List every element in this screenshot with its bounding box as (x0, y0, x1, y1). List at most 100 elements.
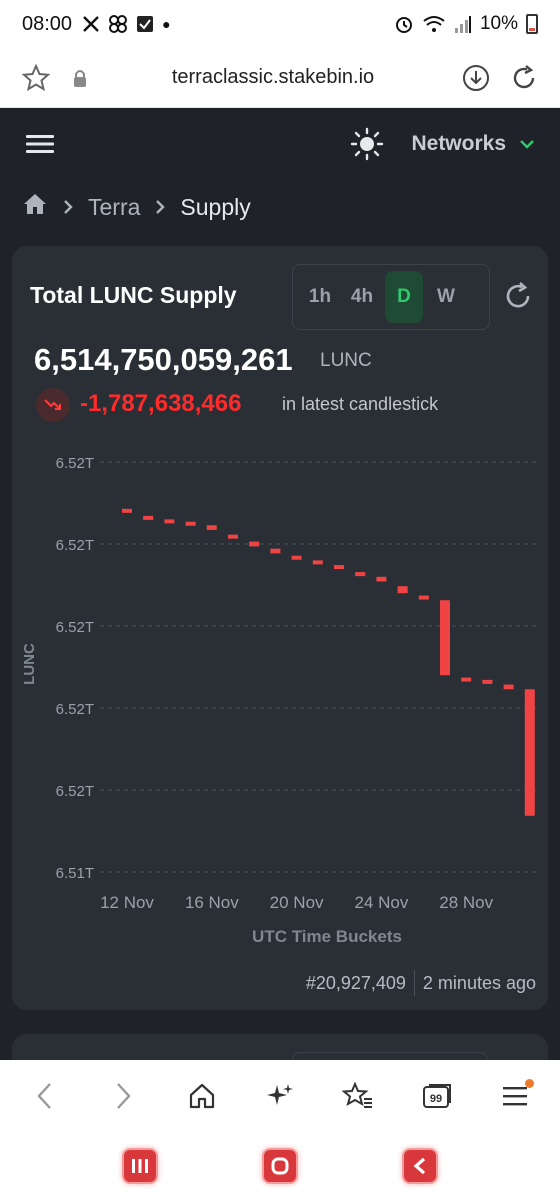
status-bar: 08:00 ● 10% (0, 0, 560, 48)
notification-dot (524, 1079, 534, 1088)
networks-label: Networks (411, 132, 506, 155)
x-tick-label: 16 Nov (185, 893, 239, 912)
candle[interactable] (334, 565, 344, 570)
chevron-right-icon (62, 194, 74, 221)
timeframe-w[interactable]: W (427, 271, 465, 323)
candle[interactable] (376, 576, 387, 582)
notification-icons: ● (82, 14, 171, 34)
tabs-icon[interactable]: 99 (412, 1071, 462, 1121)
y-tick-label: 6.52T (56, 455, 94, 472)
more-dot-icon: ● (162, 16, 171, 32)
x-axis-label: UTC Time Buckets (252, 927, 402, 946)
wifi-6e-icon (423, 16, 445, 32)
next-card (12, 1034, 548, 1060)
web-page: Networks Terra Supply Total LUNC Supply … (0, 108, 560, 1060)
site-header: Networks (0, 108, 560, 180)
checkbox-icon (137, 16, 154, 32)
back-icon[interactable] (20, 1071, 70, 1121)
download-icon[interactable] (458, 60, 494, 96)
battery-icon (526, 14, 538, 34)
back-button[interactable] (402, 1148, 438, 1184)
candle[interactable] (312, 560, 323, 565)
block-height[interactable]: #20,927,409 (306, 973, 406, 994)
candle[interactable] (143, 515, 154, 520)
chevron-right-icon (154, 194, 166, 221)
reload-icon[interactable] (506, 60, 542, 96)
sparkle-ai-icon[interactable] (255, 1071, 305, 1121)
y-tick-label: 6.52T (56, 783, 94, 800)
bookmarks-star-icon[interactable] (333, 1071, 383, 1121)
candle[interactable] (228, 534, 238, 539)
card-footer: #20,927,409 2 minutes ago (306, 970, 536, 996)
candle[interactable] (122, 508, 132, 513)
x-tick-label: 28 Nov (439, 893, 493, 912)
candle[interactable] (249, 541, 260, 547)
updated-time: 2 minutes ago (422, 972, 536, 993)
hamburger-menu-icon[interactable] (26, 124, 66, 164)
candle[interactable] (206, 525, 217, 530)
tab-count: 99 (429, 1093, 441, 1105)
candle[interactable] (270, 548, 281, 554)
x-tick-label: 20 Nov (270, 893, 324, 912)
trend-down-icon (36, 388, 70, 422)
candle[interactable] (482, 679, 493, 684)
breadcrumb-supply: Supply (180, 193, 251, 220)
home-icon[interactable] (177, 1071, 227, 1121)
total-supply-value: 6,514,750,059,261 (34, 342, 293, 377)
y-axis-label: LUNC (21, 643, 38, 685)
battery-percent: 10% (479, 13, 518, 34)
card-title: Total LUNC Supply (30, 282, 237, 308)
candle[interactable] (503, 684, 514, 690)
breadcrumb-terra[interactable]: Terra (88, 194, 140, 221)
timeframe-d[interactable]: D (385, 271, 423, 323)
x-tick-label: 24 Nov (354, 893, 408, 912)
x-tick-label: 12 Nov (100, 893, 154, 912)
recents-button[interactable] (122, 1148, 158, 1184)
browser-menu-icon[interactable] (490, 1071, 540, 1121)
chevron-down-icon (520, 140, 534, 149)
x-axis-ticks: 12 Nov 16 Nov 20 Nov 24 Nov 28 Nov (100, 893, 494, 912)
breadcrumb: Terra Supply (0, 180, 560, 234)
home-button[interactable] (262, 1148, 298, 1184)
candle[interactable] (291, 555, 302, 560)
next-card-selector (292, 1052, 488, 1060)
footer-divider (413, 970, 415, 996)
home-icon[interactable] (22, 192, 48, 222)
y-tick-label: 6.51T (56, 865, 94, 882)
candles (122, 508, 535, 816)
signal-icon (454, 16, 471, 33)
browser-bottom-nav: 99 (0, 1060, 560, 1132)
x-logo-icon (83, 16, 99, 32)
y-tick-label: 6.52T (56, 537, 94, 554)
y-tick-label: 6.52T (56, 619, 94, 636)
supply-unit: LUNC (320, 350, 372, 371)
supply-card: Total LUNC Supply 1h 4h D W 6,514,750,05… (12, 246, 548, 1010)
chart-grid (100, 461, 540, 873)
browser-url-bar: terraclassic.stakebin.io (0, 48, 560, 108)
timeframe-1h[interactable]: 1h (301, 271, 339, 323)
favorite-star-icon[interactable] (18, 60, 54, 96)
candle[interactable] (397, 586, 408, 594)
supply-candlestick-chart: 6.52T 6.52T 6.52T 6.52T 6.52T 6.51T 12 Nov 16 … (21, 455, 540, 946)
candle[interactable] (440, 600, 450, 676)
candle[interactable] (418, 595, 429, 600)
theme-toggle-sun-icon[interactable] (347, 124, 387, 164)
candle[interactable] (461, 677, 472, 682)
supply-delta: -1,787,638,466 (80, 390, 242, 417)
refresh-icon[interactable] (502, 280, 534, 312)
delta-suffix: in latest candlestick (282, 394, 439, 414)
forward-icon[interactable] (98, 1071, 148, 1121)
clock: 08:00 (22, 12, 73, 35)
timeframe-4h[interactable]: 4h (343, 271, 381, 323)
url-text[interactable]: terraclassic.stakebin.io (88, 66, 458, 89)
candle[interactable] (524, 689, 535, 816)
y-axis-ticks: 6.52T 6.52T 6.52T 6.52T 6.52T 6.51T (56, 455, 94, 882)
networks-dropdown[interactable]: Networks (411, 132, 534, 156)
y-tick-label: 6.52T (56, 701, 94, 718)
candle[interactable] (164, 519, 175, 524)
candle[interactable] (355, 572, 366, 577)
candle[interactable] (185, 521, 196, 526)
system-nav-bar (0, 1132, 560, 1200)
pinwheel-icon (109, 15, 128, 33)
alarm-icon (395, 17, 412, 33)
